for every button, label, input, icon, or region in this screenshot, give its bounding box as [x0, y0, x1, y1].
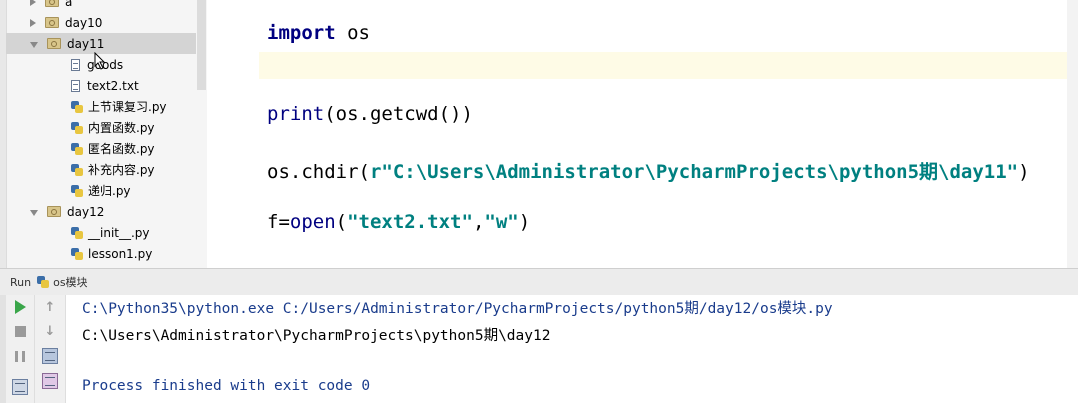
scroll-up-button[interactable]: ↑	[40, 297, 60, 317]
python-file-icon	[71, 247, 83, 260]
pause-button[interactable]	[10, 346, 30, 366]
expand-arrow-icon[interactable]	[30, 0, 36, 6]
stop-button[interactable]	[10, 321, 30, 341]
code-line-open[interactable]: f=open("text2.txt","w")	[267, 211, 530, 233]
run-label: Run	[10, 275, 32, 289]
tree-item-label: text2.txt	[87, 78, 139, 93]
python-file-icon	[71, 142, 83, 155]
tree-item-label: 上节课复习.py	[88, 100, 167, 114]
tree-item-label: day11	[67, 36, 105, 51]
tree-item-label: 内置函数.py	[88, 121, 155, 135]
pause-icon	[15, 350, 25, 362]
text-file-icon	[71, 79, 80, 92]
current-line-highlight	[259, 52, 1078, 79]
folder-icon	[47, 38, 61, 49]
tree-scrollbar[interactable]	[197, 0, 206, 90]
folder-icon	[45, 17, 59, 28]
tree-item-py-builtins[interactable]: 内置函数.py	[71, 117, 155, 138]
run-config-tab[interactable]: os模块	[53, 274, 87, 290]
tree-item-py-lambda[interactable]: 匿名函数.py	[71, 138, 155, 159]
tree-item-label: 匿名函数.py	[88, 142, 155, 156]
project-tree: a day10 day11 goods text2.txt 上节课复习.py 内…	[0, 0, 208, 268]
collapse-arrow-icon[interactable]	[30, 209, 38, 216]
python-file-icon	[71, 163, 83, 176]
tree-item-day10[interactable]: day10	[30, 12, 102, 33]
tree-item-text2[interactable]: text2.txt	[71, 75, 139, 96]
tree-item-label: day10	[65, 15, 103, 30]
folder-icon	[47, 206, 61, 217]
arrow-down-icon: ↓	[44, 323, 56, 339]
code-line-import[interactable]: import os	[267, 22, 370, 44]
tree-item-lesson1[interactable]: lesson1.py	[71, 243, 152, 264]
expand-arrow-icon[interactable]	[30, 18, 36, 27]
rerun-button[interactable]	[10, 297, 30, 317]
tree-item-py-review[interactable]: 上节课复习.py	[71, 96, 167, 117]
console-line-exit: Process finished with exit code 0	[82, 378, 371, 394]
tree-item-py-recursion[interactable]: 递归.py	[71, 180, 131, 201]
collapse-arrow-icon[interactable]	[30, 41, 38, 48]
tree-item-label: 递归.py	[88, 184, 131, 198]
python-file-icon	[71, 100, 83, 113]
tree-item-a[interactable]: a	[30, 0, 72, 12]
tree-item-label: lesson1.py	[88, 246, 153, 261]
arrow-up-icon: ↑	[44, 299, 56, 315]
run-panel-header: Run os模块	[0, 268, 1078, 296]
editor-gutter	[207, 0, 260, 268]
text-file-icon	[71, 58, 80, 71]
scroll-down-button[interactable]: ↓	[40, 321, 60, 341]
python-file-icon	[71, 121, 83, 134]
tree-item-day12[interactable]: day12	[30, 201, 104, 222]
scroll-to-end-icon	[42, 373, 58, 389]
tree-item-day11[interactable]: day11	[6, 33, 196, 54]
scroll-to-end-button[interactable]	[40, 371, 60, 391]
play-icon	[14, 300, 26, 314]
tree-item-py-extra[interactable]: 补充内容.py	[71, 159, 155, 180]
run-toolbar	[6, 295, 35, 403]
run-toolbar-secondary: ↑ ↓	[35, 295, 66, 403]
mouse-cursor-icon	[94, 51, 106, 74]
console-line-command: C:\Python35\python.exe C:/Users/Administ…	[82, 301, 833, 317]
tree-item-label: 补充内容.py	[88, 163, 155, 177]
python-file-icon	[71, 226, 83, 239]
tree-item-init[interactable]: __init__.py	[71, 222, 150, 243]
tree-item-label: __init__.py	[88, 225, 150, 240]
folder-icon	[45, 0, 59, 7]
soft-wrap-icon	[42, 348, 58, 364]
tree-item-label: day12	[67, 204, 105, 219]
code-line-print[interactable]: print(os.getcwd())	[267, 103, 473, 125]
console-line-cwd: C:\Users\Administrator\PycharmProjects\p…	[82, 328, 551, 344]
layout-icon	[12, 379, 28, 395]
soft-wrap-button[interactable]	[40, 346, 60, 366]
stop-icon	[14, 325, 26, 337]
code-line-chdir[interactable]: os.chdir(r"C:\Users\Administrator\Pychar…	[267, 157, 1030, 184]
layout-button[interactable]	[10, 377, 30, 397]
tree-item-label: a	[65, 0, 73, 9]
editor-scrollbar[interactable]	[1067, 0, 1078, 268]
python-file-icon	[37, 276, 50, 288]
python-file-icon	[71, 184, 83, 197]
